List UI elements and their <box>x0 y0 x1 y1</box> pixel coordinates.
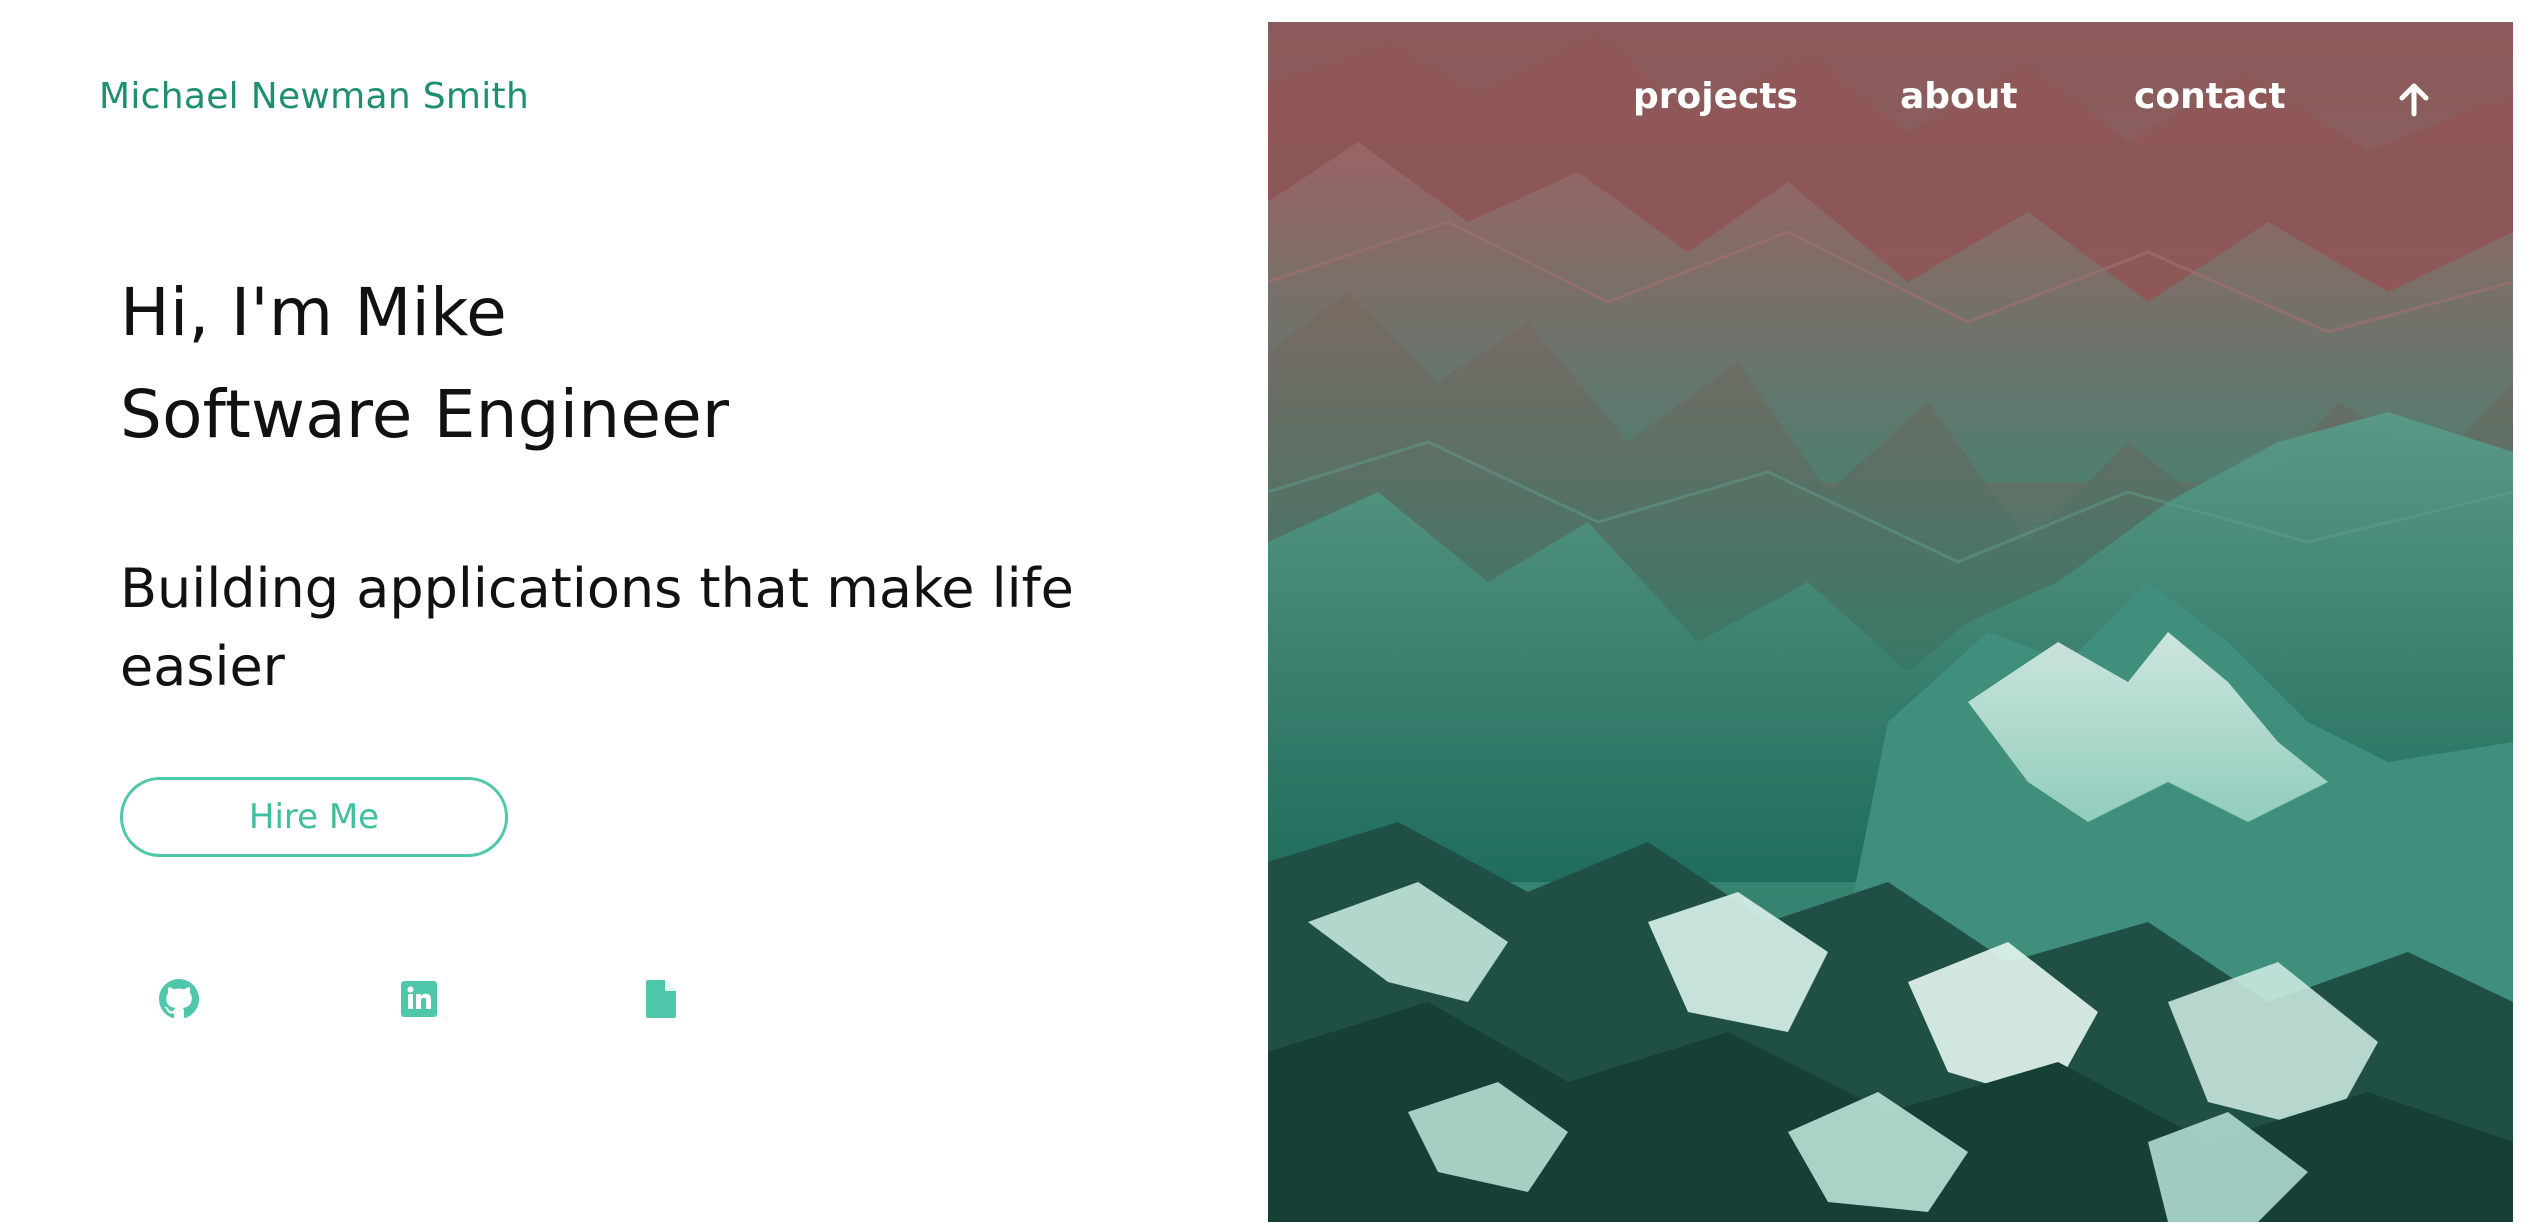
hero-mountain-image <box>1268 22 2513 1222</box>
hero-role: Software Engineer <box>120 376 730 453</box>
brand-name-link[interactable]: Michael Newman Smith <box>99 76 529 117</box>
hero-headline: Hi, I'm Mike Software Engineer <box>120 262 729 466</box>
resume-link[interactable] <box>639 977 683 1021</box>
arrow-up-icon <box>2399 83 2429 117</box>
nav-link-contact[interactable]: contact <box>2134 76 2286 126</box>
github-icon <box>159 979 199 1019</box>
landing-page: Michael Newman Smith Hi, I'm Mike Softwa… <box>0 0 2527 1228</box>
nav-link-about[interactable]: about <box>1900 76 2018 126</box>
scroll-top-button[interactable] <box>2394 80 2434 120</box>
nav-link-projects[interactable]: projects <box>1633 76 1798 126</box>
mountain-landscape-illustration <box>1268 22 2513 1222</box>
hero-tagline: Building applications that make life eas… <box>120 557 1074 698</box>
hire-me-button[interactable]: Hire Me <box>120 777 508 857</box>
linkedin-icon <box>401 981 437 1017</box>
linkedin-link[interactable] <box>397 977 441 1021</box>
document-icon <box>646 980 676 1018</box>
github-link[interactable] <box>157 977 201 1021</box>
hero-greeting: Hi, I'm Mike <box>120 274 507 351</box>
